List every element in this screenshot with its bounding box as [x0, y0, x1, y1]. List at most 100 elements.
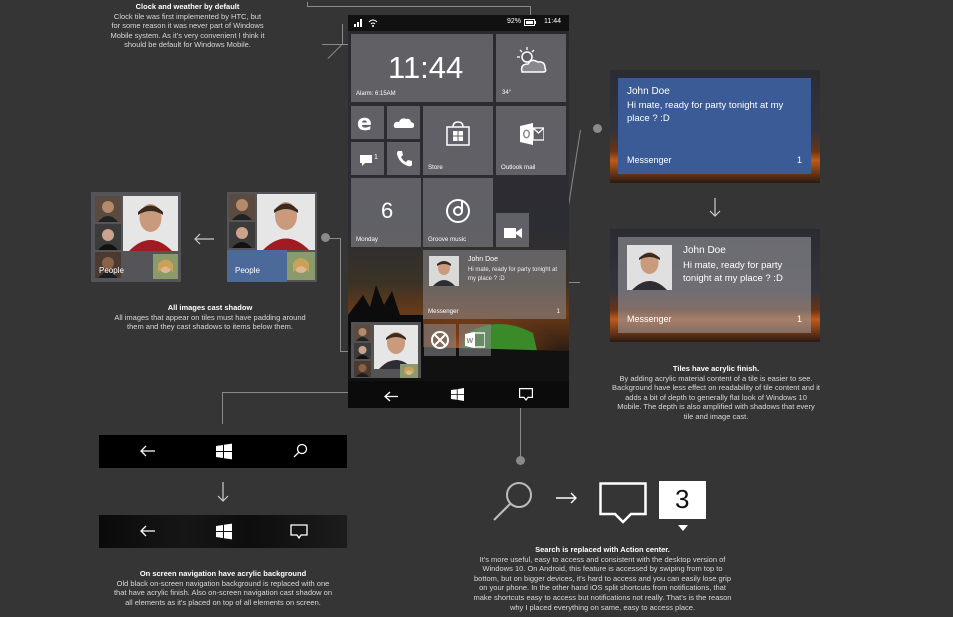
back-arrow-icon[interactable]	[139, 522, 159, 542]
search-icon	[491, 480, 536, 527]
messenger-name: John Doe	[468, 256, 498, 263]
person-thumb	[354, 325, 371, 341]
search-icon[interactable]	[291, 442, 311, 462]
edge-icon: e	[357, 111, 372, 136]
people-tile-after: People	[227, 192, 317, 282]
clock-note-title: Clock and weather by default	[135, 2, 240, 11]
connector	[342, 24, 343, 44]
back-arrow-icon[interactable]	[384, 389, 398, 407]
partly-cloudy-icon	[514, 47, 548, 82]
phone-mockup: 92% 11:44 11:44 Alarm: 6:15AM 34° e 1 St…	[348, 15, 569, 408]
edge-tile[interactable]: e	[351, 106, 384, 139]
connector-dot	[593, 124, 602, 133]
person-thumb	[400, 364, 418, 378]
weather-temp: 34°	[502, 90, 512, 96]
person-thumb	[354, 361, 371, 377]
chat-icon	[360, 153, 372, 171]
card-panel[interactable]: John Doe Hi mate, ready for party tonigh…	[618, 78, 811, 174]
people-tile-before: People	[91, 192, 181, 282]
messenger-count: 1	[556, 309, 560, 315]
card-name: John Doe	[683, 245, 726, 256]
card-message: Hi mate, ready for party tonight at my p…	[627, 100, 784, 124]
person-thumb	[95, 224, 121, 250]
badge-tail	[678, 518, 688, 536]
john-doe-photo	[257, 194, 315, 250]
person-thumb	[229, 222, 255, 248]
connector	[340, 238, 341, 352]
notification-badge: 3	[659, 481, 706, 531]
person-thumb	[153, 254, 178, 279]
windows-start-icon[interactable]	[216, 442, 236, 462]
card-panel[interactable]: John Doe Hi mate, ready for party tonigh…	[618, 237, 811, 333]
people-label-after: People	[235, 266, 260, 275]
outlook-label: Outlook mail	[501, 164, 536, 171]
card-message: Hi mate, ready for party tonight at my p…	[683, 260, 783, 284]
clock-note-body: Clock tile was first implemented by HTC,…	[110, 11, 265, 50]
tiles-note-body: By adding acrylic material content of a …	[612, 373, 820, 421]
navigation-bar-before	[99, 435, 347, 468]
status-time: 11:44	[544, 18, 561, 25]
clock-time: 11:44	[388, 50, 464, 85]
store-tile[interactable]: Store	[423, 106, 493, 175]
navigation-bar-after	[99, 515, 347, 548]
video-tile[interactable]	[496, 213, 529, 247]
search-note-body: It's more useful, easy to access and con…	[473, 554, 732, 612]
clock-note: Clock and weather by default Clock tile …	[110, 2, 265, 50]
calendar-day: 6	[381, 198, 394, 223]
connector	[222, 392, 223, 424]
connector-dot	[321, 233, 330, 242]
xbox-tile[interactable]	[424, 324, 456, 356]
john-doe-photo	[123, 196, 178, 251]
video-camera-icon	[504, 225, 522, 243]
people-label-before: People	[99, 266, 124, 275]
onedrive-tile[interactable]	[387, 106, 420, 139]
word-icon: W	[465, 332, 486, 353]
card-app: Messenger	[627, 314, 672, 324]
outlook-tile[interactable]: Outlook mail	[496, 106, 566, 175]
weather-tile[interactable]: 34°	[496, 34, 566, 102]
notification-card-after: John Doe Hi mate, ready for party tonigh…	[610, 229, 820, 342]
word-tile[interactable]: W	[459, 324, 491, 356]
back-arrow-icon[interactable]	[139, 442, 159, 462]
john-doe-avatar	[627, 245, 672, 290]
phone-icon	[396, 150, 412, 172]
phone-tile[interactable]	[387, 142, 420, 175]
groove-tile[interactable]: Groove music	[423, 178, 493, 247]
messenger-app-label: Messenger	[428, 308, 459, 315]
windows-start-icon[interactable]	[451, 388, 464, 406]
messenger-message: Hi mate, ready for party tonight at my p…	[468, 267, 558, 282]
nav-note-title: On screen navigation have acrylic backgr…	[139, 569, 307, 578]
messaging-tile[interactable]: 1	[351, 142, 384, 175]
connector	[307, 6, 531, 7]
images-note-title: All images cast shadow	[167, 303, 253, 312]
left-arrow-icon	[194, 232, 214, 250]
search-note-title: Search is replaced with Action center.	[535, 545, 670, 554]
john-doe-avatar	[429, 256, 459, 286]
images-note: All images cast shadow All images that a…	[110, 303, 310, 332]
right-arrow-icon	[556, 491, 578, 509]
alarm-label: Alarm: 6:15AM	[356, 91, 396, 97]
tiles-note: Tiles have acrylic finish. By adding acr…	[612, 364, 820, 422]
people-tile-small[interactable]	[351, 322, 421, 378]
down-arrow-icon	[709, 198, 721, 223]
search-note: Search is replaced with Action center. I…	[470, 545, 735, 612]
clock-tile[interactable]: 11:44 Alarm: 6:15AM	[351, 34, 493, 102]
card-name: John Doe	[627, 86, 670, 97]
connector-dot	[516, 456, 525, 465]
store-bag-icon	[444, 120, 472, 153]
action-center-icon	[599, 482, 647, 529]
card-app: Messenger	[627, 155, 672, 165]
groove-label: Groove music	[428, 236, 467, 243]
svg-text:W: W	[467, 338, 474, 345]
signal-icon	[354, 19, 363, 29]
navigation-bar	[348, 381, 569, 408]
wifi-icon	[368, 19, 378, 29]
calendar-tile[interactable]: 6 Monday	[351, 178, 421, 247]
messenger-tile[interactable]: John Doe Hi mate, ready for party tonigh…	[423, 250, 566, 319]
notification-card-before: John Doe Hi mate, ready for party tonigh…	[610, 70, 820, 183]
person-thumb	[95, 196, 121, 222]
action-center-icon[interactable]	[290, 522, 310, 542]
person-thumb	[287, 252, 315, 280]
windows-start-icon[interactable]	[216, 522, 236, 542]
action-center-icon[interactable]	[519, 388, 533, 406]
